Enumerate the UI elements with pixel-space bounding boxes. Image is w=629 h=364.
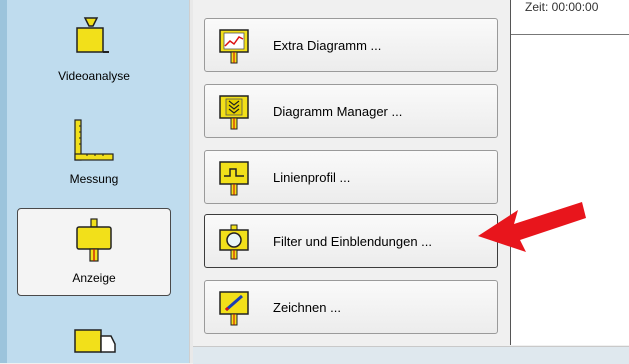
sidebar-item-truck[interactable] <box>17 320 171 360</box>
sign-display-icon <box>67 217 121 268</box>
filter-einblendungen-label: Filter und Einblendungen ... <box>273 234 432 249</box>
video-panel: Zeit: 00:00:00 <box>510 0 629 345</box>
panel-bottom-bar <box>193 346 629 364</box>
ruler-measure-icon <box>67 118 121 171</box>
filter-einblendungen-button[interactable]: Filter und Einblendungen ... <box>204 214 498 268</box>
sidebar-item-label: Videoanalyse <box>58 69 130 83</box>
diagramm-manager-label: Diagramm Manager ... <box>273 104 403 119</box>
sidebar-item-label: Anzeige <box>72 271 116 285</box>
line-chart-icon <box>218 28 250 67</box>
sidebar-item-anzeige[interactable]: Anzeige <box>17 208 171 296</box>
zeichnen-label: Zeichnen ... <box>273 300 341 315</box>
linienprofil-button[interactable]: Linienprofil ... <box>204 150 498 204</box>
time-readout: Zeit: 00:00:00 <box>525 0 599 14</box>
extra-diagramm-button[interactable]: Extra Diagramm ... <box>204 18 498 72</box>
diagramm-manager-button[interactable]: Diagramm Manager ... <box>204 84 498 138</box>
extra-diagramm-label: Extra Diagramm ... <box>273 38 382 53</box>
sidebar-item-videoanalyse[interactable]: Videoanalyse <box>17 6 171 90</box>
sidebar-item-messung[interactable]: Messung <box>17 110 171 196</box>
zeichnen-button[interactable]: Zeichnen ... <box>204 280 498 334</box>
truck-icon <box>67 324 121 363</box>
sidebar-edge <box>0 0 7 363</box>
diagram-manager-icon <box>218 94 250 133</box>
video-camera-icon <box>67 16 121 67</box>
sidebar-item-label: Messung <box>69 172 119 186</box>
red-arrow-annotation <box>470 192 590 267</box>
line-profile-icon <box>218 160 250 199</box>
linienprofil-label: Linienprofil ... <box>273 170 351 185</box>
filter-lens-icon <box>218 224 250 263</box>
time-header: Zeit: 00:00:00 <box>511 0 629 35</box>
pencil-draw-icon <box>218 290 250 329</box>
sidebar: Videoanalyse Messung Anzeige <box>0 0 189 363</box>
